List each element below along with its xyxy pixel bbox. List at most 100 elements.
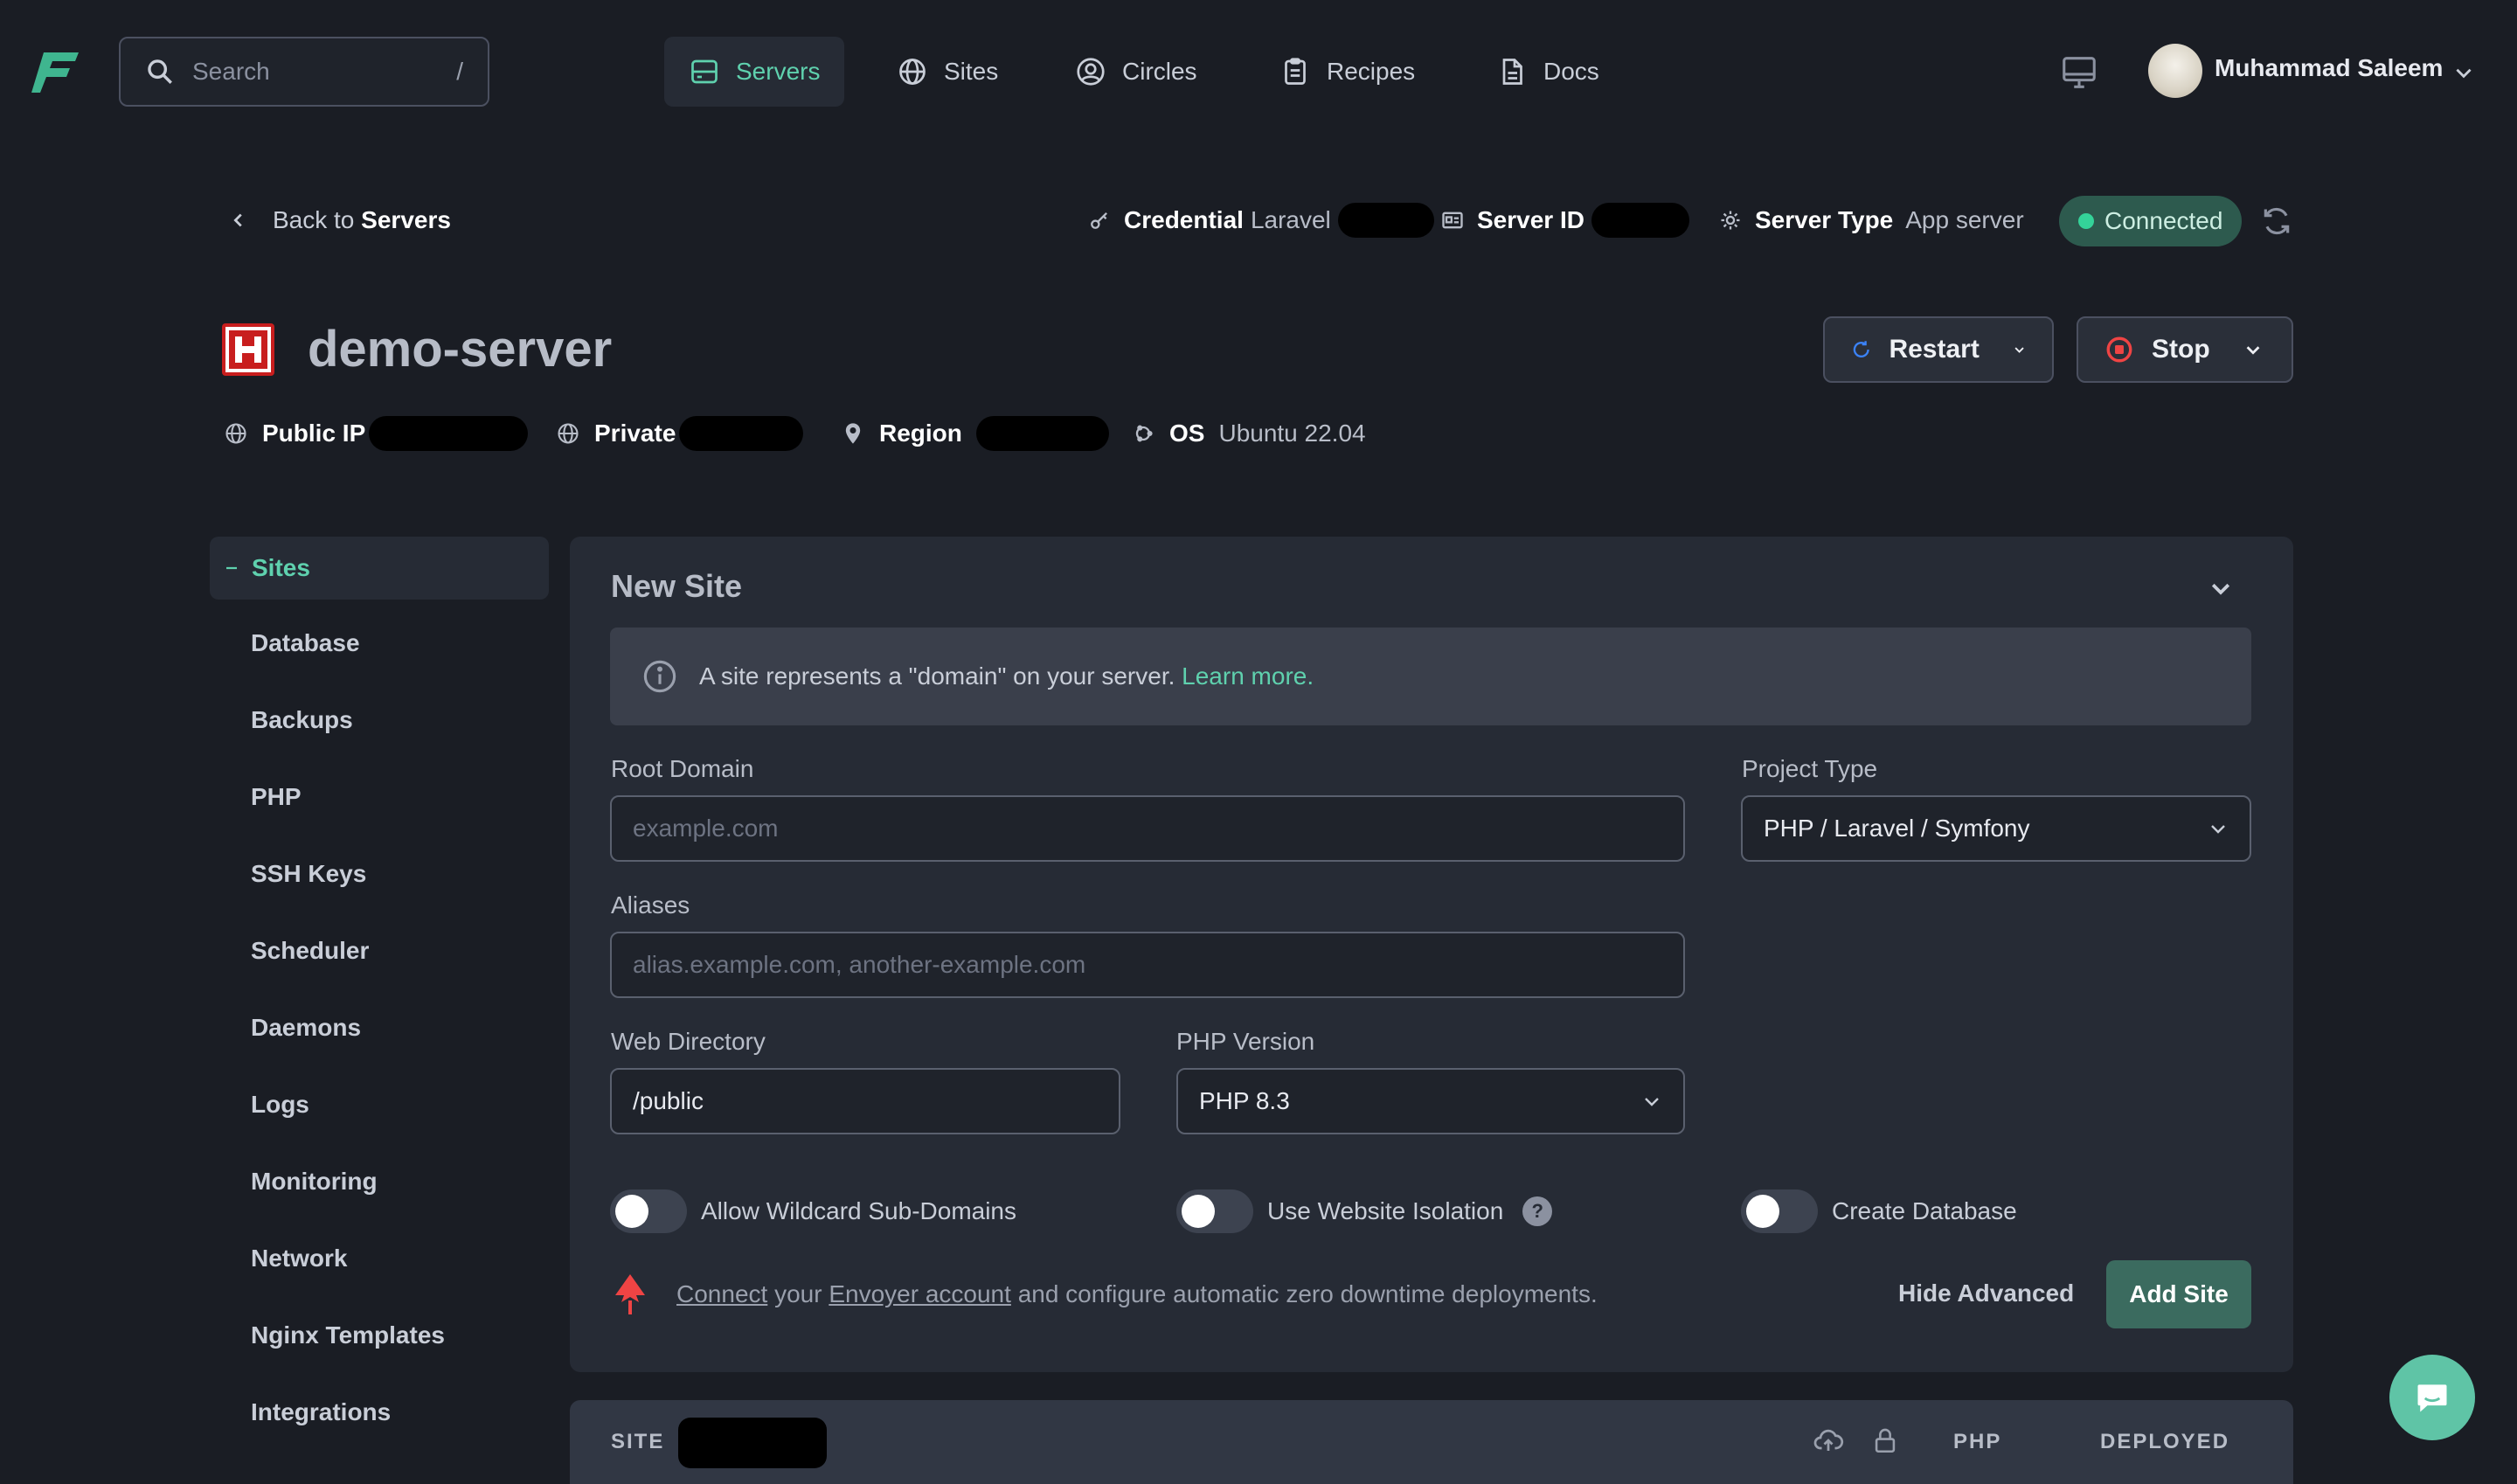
chevron-left-icon xyxy=(233,213,242,227)
nav-docs[interactable]: Docs xyxy=(1472,37,1624,107)
public-ip-label: Public IP xyxy=(262,420,366,447)
sidebar-item-monitoring[interactable]: Monitoring xyxy=(251,1168,378,1196)
public-ip-info: Public IP xyxy=(224,416,529,451)
search-shortcut: / xyxy=(456,58,463,85)
project-type-value: PHP / Laravel / Symfony xyxy=(1764,815,2030,842)
sidebar-item-backups[interactable]: Backups xyxy=(251,706,353,734)
web-directory-input[interactable]: /public xyxy=(610,1068,1120,1134)
back-prefix: Back to xyxy=(273,206,355,233)
server-id-label: Server ID xyxy=(1477,206,1584,233)
back-to-servers-link[interactable]: Back to Servers xyxy=(229,206,451,234)
aliases-input[interactable]: alias.example.com, another-example.com xyxy=(610,932,1685,998)
chevron-down-icon xyxy=(2211,825,2225,834)
server-provider-logo xyxy=(222,323,274,376)
status-dot xyxy=(2078,213,2094,229)
create-database-label: Create Database xyxy=(1832,1197,2017,1224)
server-type-label: Server Type xyxy=(1755,206,1894,233)
sidebar-item-network[interactable]: Network xyxy=(251,1245,347,1272)
sidebar-item-ssh-keys[interactable]: SSH Keys xyxy=(251,860,366,888)
chat-button[interactable] xyxy=(2389,1355,2475,1440)
envoyer-account-link[interactable]: Envoyer account xyxy=(829,1280,1011,1307)
wildcard-label: Allow Wildcard Sub-Domains xyxy=(701,1197,1017,1224)
credential-value: Laravel xyxy=(1250,206,1331,233)
server-icon xyxy=(691,59,718,84)
redacted-public-ip xyxy=(369,416,529,451)
redacted-region xyxy=(975,416,1109,451)
server-id-meta: Server ID xyxy=(1440,203,1689,238)
sidebar-item-database[interactable]: Database xyxy=(251,629,360,657)
chevron-down-icon[interactable] xyxy=(2208,575,2234,601)
sidebar-item-sites-label: Sites xyxy=(252,554,310,581)
region-info: Region xyxy=(841,416,1109,451)
avatar[interactable] xyxy=(2148,44,2202,98)
create-database-toggle[interactable] xyxy=(1741,1189,1818,1233)
stop-button[interactable]: Stop xyxy=(2077,316,2293,383)
search-input[interactable]: Search / xyxy=(119,37,489,107)
refresh-icon[interactable] xyxy=(2260,205,2293,238)
user-circle-icon xyxy=(1077,58,1105,86)
monitor-icon[interactable] xyxy=(2059,52,2099,93)
os-info: OS Ubuntu 22.04 xyxy=(1131,416,1366,451)
globe-icon xyxy=(899,59,926,85)
credential-label: Credential xyxy=(1124,206,1244,233)
globe-icon xyxy=(225,423,246,444)
restart-label: Restart xyxy=(1889,335,1980,364)
nav-sites-label: Sites xyxy=(944,58,999,85)
lock-icon xyxy=(1875,1428,1896,1453)
nav-sites[interactable]: Sites xyxy=(872,37,1023,107)
sidebar-item-scheduler[interactable]: Scheduler xyxy=(251,937,369,965)
project-type-select[interactable]: PHP / Laravel / Symfony xyxy=(1741,795,2251,862)
isolation-toggle-row: Use Website Isolation ? xyxy=(1176,1189,1553,1234)
user-name[interactable]: Muhammad Saleem xyxy=(2215,54,2443,82)
clipboard-icon xyxy=(1285,58,1306,85)
private-ip-info: Private xyxy=(556,416,804,451)
nav-recipes[interactable]: Recipes xyxy=(1255,37,1439,107)
os-value: Ubuntu 22.04 xyxy=(1218,420,1366,447)
help-icon[interactable]: ? xyxy=(1522,1196,1553,1226)
server-type-meta: Server Type App server xyxy=(1718,203,2024,238)
nav-circles[interactable]: Circles xyxy=(1050,37,1222,107)
root-domain-input[interactable]: example.com xyxy=(610,795,1685,862)
col-deployed[interactable]: DEPLOYED xyxy=(2100,1430,2229,1454)
add-site-button[interactable]: Add Site xyxy=(2106,1260,2251,1328)
minus-icon xyxy=(226,566,237,570)
connect-link[interactable]: Connect xyxy=(676,1280,767,1307)
status-badge: Connected xyxy=(2059,196,2243,246)
sidebar-item-integrations[interactable]: Integrations xyxy=(251,1398,391,1426)
chevron-down-icon xyxy=(1645,1098,1659,1106)
web-directory-label: Web Directory xyxy=(611,1028,766,1055)
chevron-down-icon[interactable] xyxy=(2452,61,2475,84)
envoyer-notice: Connect your Envoyer account and configu… xyxy=(610,1272,1598,1316)
forge-logo-icon[interactable] xyxy=(31,49,80,94)
cloud-upload-icon xyxy=(1813,1429,1844,1451)
private-label: Private xyxy=(594,420,676,447)
chevron-down-icon xyxy=(2246,346,2260,355)
sidebar-item-php[interactable]: PHP xyxy=(251,783,302,811)
nav-servers-label: Servers xyxy=(736,58,821,85)
new-site-title: New Site xyxy=(611,568,743,604)
wildcard-toggle[interactable] xyxy=(610,1189,687,1233)
sidebar-item-logs[interactable]: Logs xyxy=(251,1091,309,1119)
sidebar-item-nginx-templates[interactable]: Nginx Templates xyxy=(251,1321,445,1349)
hide-advanced-button[interactable]: Hide Advanced xyxy=(1898,1279,2074,1307)
status-text: Connected xyxy=(2104,207,2223,234)
col-php[interactable]: PHP xyxy=(1953,1430,2001,1454)
redacted-site-count xyxy=(678,1418,827,1468)
cog-icon xyxy=(1721,211,1740,230)
restart-button[interactable]: Restart xyxy=(1823,316,2054,383)
aliases-label: Aliases xyxy=(611,891,690,919)
server-name: demo-server xyxy=(308,321,613,378)
redacted-server-id xyxy=(1591,203,1689,238)
sites-table-header xyxy=(570,1400,2293,1484)
col-site[interactable]: SITE xyxy=(611,1430,664,1454)
sidebar-item-daemons[interactable]: Daemons xyxy=(251,1014,361,1042)
isolation-toggle[interactable] xyxy=(1176,1189,1253,1233)
location-pin-icon xyxy=(845,423,861,444)
php-version-label: PHP Version xyxy=(1176,1028,1315,1055)
root-domain-label: Root Domain xyxy=(611,755,754,782)
php-version-select[interactable]: PHP 8.3 xyxy=(1176,1068,1685,1134)
learn-more-link[interactable]: Learn more. xyxy=(1182,662,1314,690)
envoyer-your: your xyxy=(774,1280,822,1307)
sidebar-item-sites[interactable]: Sites xyxy=(210,537,549,600)
nav-servers[interactable]: Servers xyxy=(664,37,845,107)
